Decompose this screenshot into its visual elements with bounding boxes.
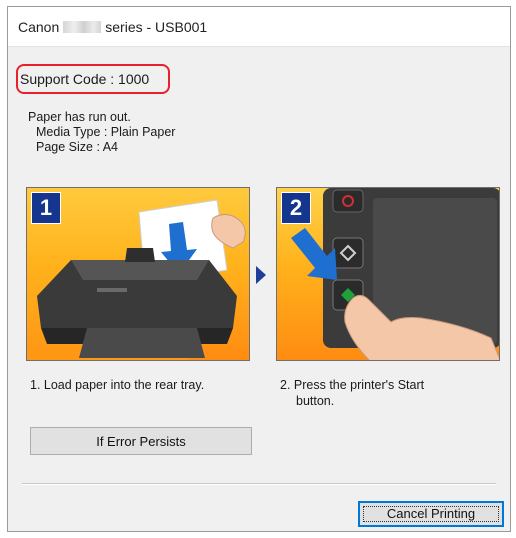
printer-error-dialog: Canon series - USB001 Support Code : 1000…: [7, 6, 511, 532]
step2-caption-line2: button.: [296, 394, 335, 408]
cancel-printing-label: Cancel Printing: [386, 506, 476, 521]
next-step-arrow-icon: [256, 266, 266, 284]
title-bar: Canon series - USB001: [8, 7, 510, 47]
title-suffix: series - USB001: [105, 19, 208, 35]
title-prefix: Canon: [18, 19, 60, 35]
redacted-model-name: [63, 21, 102, 33]
cancel-printing-button[interactable]: Cancel Printing: [358, 501, 504, 527]
if-error-persists-button[interactable]: If Error Persists: [30, 427, 252, 455]
error-message: Paper has run out.: [28, 110, 131, 124]
step1-illustration: 1: [26, 187, 250, 361]
separator: [22, 483, 496, 485]
window-title: Canon series - USB001: [18, 19, 207, 35]
step2-illustration: 2: [276, 187, 500, 361]
step2-badge: 2: [281, 192, 311, 224]
support-code: Support Code : 1000: [20, 71, 150, 87]
step1-caption: 1. Load paper into the rear tray.: [30, 378, 205, 392]
step2-caption-line1: 2. Press the printer's Start: [280, 378, 425, 392]
page-size: Page Size : A4: [36, 140, 119, 154]
step1-badge: 1: [31, 192, 61, 224]
media-type: Media Type : Plain Paper: [36, 125, 176, 139]
dialog-body: Support Code : 1000 Paper has run out. M…: [8, 47, 510, 531]
